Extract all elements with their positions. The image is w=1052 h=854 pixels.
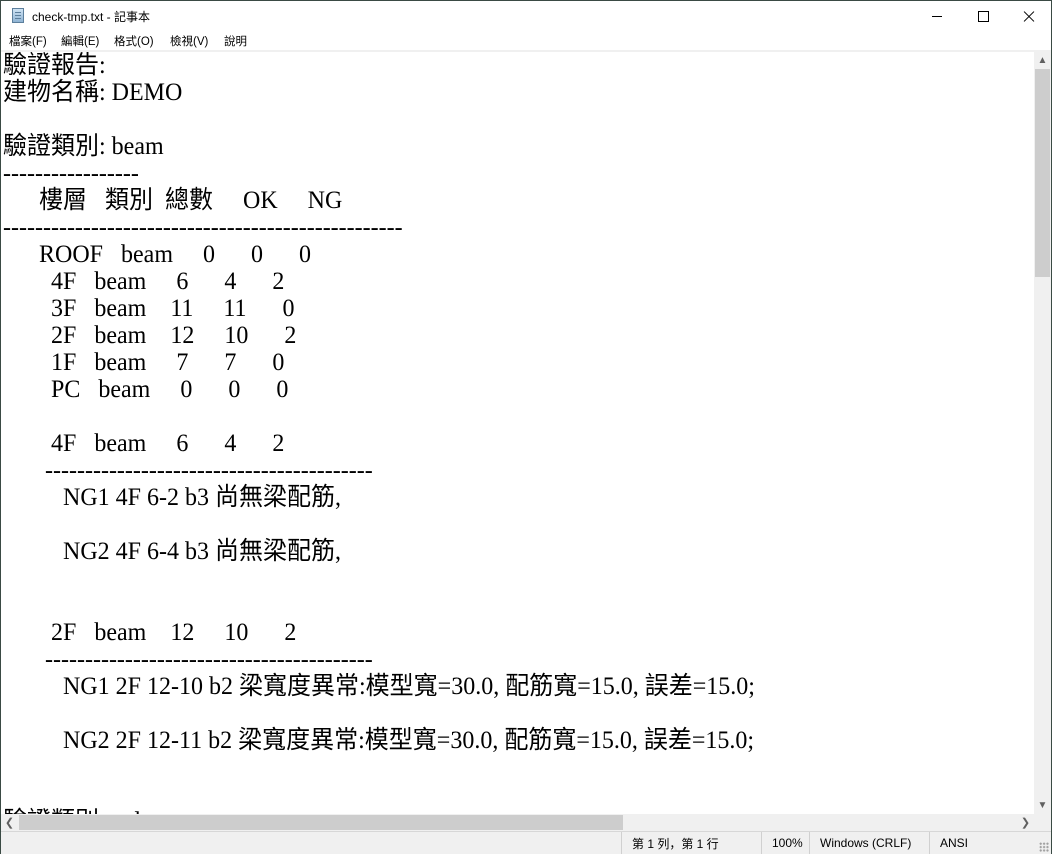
text-line: 4F beam 6 4 2 [3,430,285,457]
text-line: ----------------- [3,160,139,187]
scroll-right-icon[interactable]: ❯ [1017,814,1034,831]
close-button[interactable] [1006,1,1052,31]
text-line: PC beam 0 0 0 [3,376,289,403]
text-line: ----------------------------------------… [3,214,403,241]
encoding: ANSI [929,832,1039,854]
text-line: NG1 2F 12-10 b2 梁寬度異常:模型寬=30.0, 配筋寬=15.0… [3,673,755,700]
maximize-button[interactable] [960,1,1006,31]
status-bar: 第 1 列，第 1 行 100% Windows (CRLF) ANSI [1,831,1051,854]
minimize-button[interactable] [914,1,960,31]
minimize-icon [932,15,942,17]
text-line: 驗證類別: beam [3,133,164,160]
notepad-window: check-tmp.txt - 記事本 檔案(F) 編輯(E) 格式(O) 檢視… [0,0,1052,854]
text-line: ROOF beam 0 0 0 [3,241,311,268]
text-editor[interactable]: 驗證報告: 建物名稱: DEMO 驗證類別: beam ---------------… [1,52,1034,814]
text-line: 2F beam 12 10 2 [3,619,297,646]
text-line: 1F beam 7 7 0 [3,349,285,376]
menu-file[interactable]: 檔案(F) [9,33,47,49]
text-line: ----------------------------------------… [3,457,373,484]
text-line: 2F beam 12 10 2 [3,322,297,349]
menu-edit[interactable]: 編輯(E) [61,33,99,49]
text-line: NG2 2F 12-11 b2 梁寬度異常:模型寬=30.0, 配筋寬=15.0… [3,727,755,754]
text-line: 建物名稱: DEMO [3,79,183,106]
horizontal-scroll-thumb[interactable] [19,815,623,830]
close-icon [1023,10,1035,22]
line-ending: Windows (CRLF) [809,832,931,854]
menu-format[interactable]: 格式(O) [114,33,154,49]
text-line: NG1 4F 6-2 b3 尚無梁配筋, [3,484,342,511]
cursor-position: 第 1 列，第 1 行 [621,832,763,854]
menu-view[interactable]: 檢視(V) [170,33,208,49]
text-line: 樓層 類別 總數 OK NG [3,187,343,214]
horizontal-scrollbar[interactable]: ❮ ❯ [1,814,1034,831]
scroll-left-icon[interactable]: ❮ [1,814,18,831]
scroll-down-icon[interactable]: ▼ [1034,797,1051,814]
text-line: 驗證報告: [3,52,106,79]
text-line: 3F beam 11 11 0 [3,295,295,322]
window-title: check-tmp.txt - 記事本 [32,10,151,24]
vertical-scrollbar[interactable]: ▲ ▼ [1034,52,1051,814]
maximize-icon [977,10,989,22]
resize-grip-icon[interactable] [1039,842,1049,852]
zoom-level: 100% [761,832,811,854]
scroll-up-icon[interactable]: ▲ [1034,52,1051,69]
menu-bar: 檔案(F) 編輯(E) 格式(O) 檢視(V) 說明 [1,31,1051,50]
vertical-scroll-thumb[interactable] [1035,69,1050,277]
notepad-icon [12,8,24,23]
text-line: 4F beam 6 4 2 [3,268,285,295]
menu-help[interactable]: 說明 [224,33,247,49]
scrollbar-corner [1034,814,1051,831]
text-line: ----------------------------------------… [3,646,373,673]
text-line: NG2 4F 6-4 b3 尚無梁配筋, [3,538,342,565]
title-bar[interactable]: check-tmp.txt - 記事本 [1,1,1051,31]
